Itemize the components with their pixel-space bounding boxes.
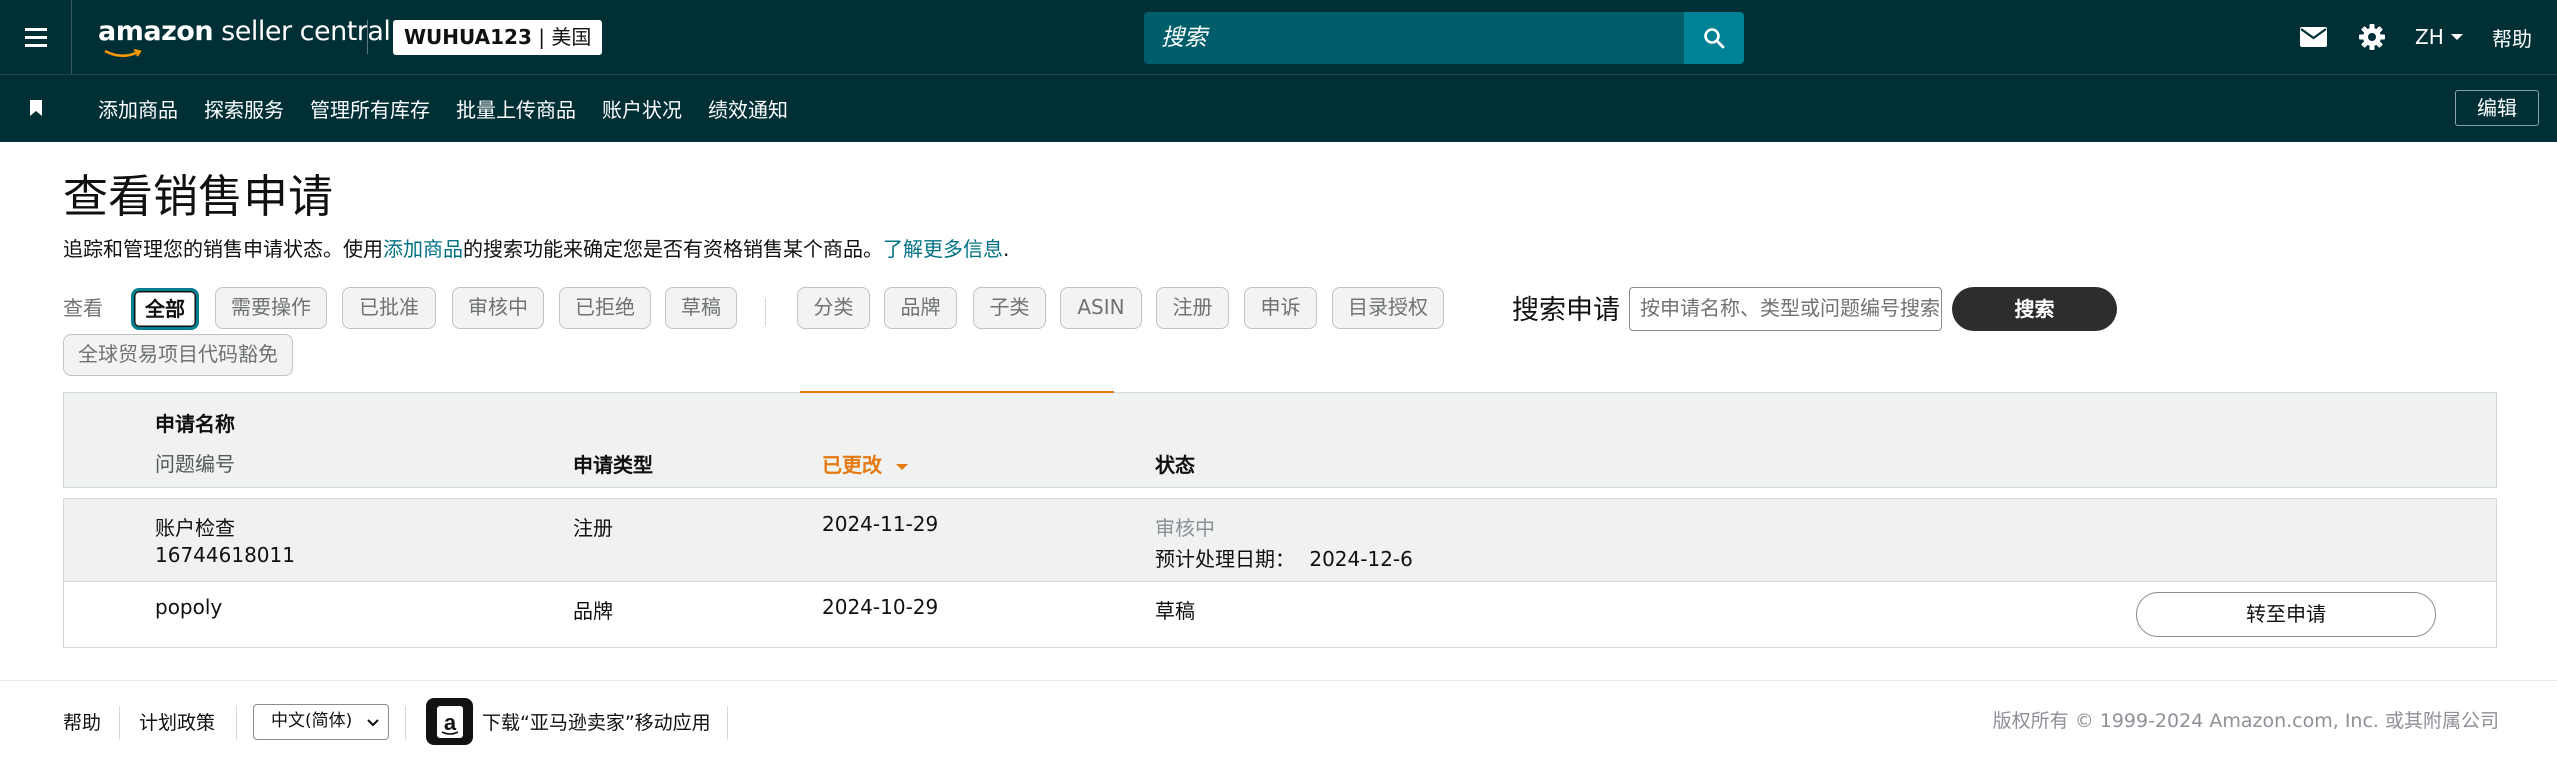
nav-bulk-upload[interactable]: 批量上传商品 [456,94,576,123]
status-text: 审核中 [1155,516,1215,540]
filter-separator [765,298,766,326]
estimated-processing-date: 预计处理日期： 2024-12-6 [1155,547,1413,571]
caret-down-icon [895,463,908,470]
search-icon [1704,28,1725,49]
sort-indicator-underline [800,391,1114,393]
logo-divider [367,20,368,54]
footer-divider [0,680,2557,681]
search-requests-input[interactable]: 按申请名称、类型或问题编号搜索 [1629,287,1942,331]
filter-chip-catalog-authorization[interactable]: 目录授权 [1332,287,1444,329]
hamburger-menu-button[interactable] [0,0,72,74]
top-header: amazon seller central WUHUA123 | 美国 搜索 Z… [0,0,2557,74]
caret-down-icon [2450,34,2463,40]
request-type: 品牌 [573,599,613,623]
filter-chip-gtin-exemption[interactable]: 全球贸易项目代码豁免 [63,334,293,376]
nav-explore-services[interactable]: 探索服务 [204,94,284,123]
add-product-link[interactable]: 添加商品 [383,237,463,261]
edit-shortcuts-button[interactable]: 编辑 [2455,90,2539,126]
nav-manage-inventory[interactable]: 管理所有库存 [310,94,430,123]
filter-chip-all[interactable]: 全部 [131,288,199,330]
store-switcher[interactable]: WUHUA123 | 美国 [393,20,603,55]
go-to-request-button[interactable]: 转至申请 [2136,592,2436,637]
request-name: 账户检查 [155,516,235,540]
help-link[interactable]: 帮助 [2492,0,2532,74]
filter-chip-appeal[interactable]: 申诉 [1244,287,1317,329]
filter-chip-rejected[interactable]: 已拒绝 [559,287,651,329]
requests-table-header [63,392,2497,488]
amazon-app-icon[interactable]: a [426,698,473,745]
language-label: ZH [2415,25,2444,49]
request-type: 注册 [573,516,613,540]
footer-language-select[interactable]: 中文(简体) [253,704,389,740]
filter-chip-category[interactable]: 分类 [797,287,870,329]
svg-text:a: a [443,710,456,735]
issue-number-link[interactable]: 16744618011 [155,543,295,567]
nav-account-health[interactable]: 账户状况 [602,94,682,123]
request-name: popoly [155,595,223,619]
column-issue-number: 问题编号 [155,452,235,476]
amazon-seller-central-logo[interactable]: amazon seller central [98,16,391,57]
footer-separator [119,706,120,740]
global-search-button[interactable] [1684,12,1744,64]
copyright-text: 版权所有 © 1999-2024 Amazon.com, Inc. 或其附属公司 [1992,710,2499,732]
global-search-input[interactable]: 搜索 [1144,12,1684,64]
filter-chip-action-required[interactable]: 需要操作 [215,287,327,329]
filter-chip-under-review[interactable]: 审核中 [452,287,544,329]
search-requests-label: 搜索申请 [1512,295,1620,326]
search-requests-button[interactable]: 搜索 [1952,287,2117,331]
footer-help-link[interactable]: 帮助 [63,708,101,735]
language-switcher[interactable]: ZH [2415,0,2464,74]
filter-chip-draft[interactable]: 草稿 [665,287,737,329]
settings-button[interactable] [2358,0,2386,74]
filter-chip-approved[interactable]: 已批准 [342,287,436,329]
page-title: 查看销售申请 [63,170,334,223]
filter-chip-brand[interactable]: 品牌 [884,287,957,329]
nav-links: 添加商品 探索服务 管理所有库存 批量上传商品 账户状况 绩效通知 [98,75,814,141]
footer-separator [236,706,237,740]
shortcut-nav-bar: 添加商品 探索服务 管理所有库存 批量上传商品 账户状况 绩效通知 编辑 [0,74,2557,142]
messages-button[interactable] [2300,0,2327,74]
filter-chip-asin[interactable]: ASIN [1060,287,1142,329]
table-row [63,582,2497,648]
filter-chip-registration[interactable]: 注册 [1156,287,1229,329]
bookmark-icon[interactable] [30,100,42,116]
footer-separator [727,706,728,740]
amazon-smile-icon [104,49,142,57]
global-search: 搜索 [1144,12,1744,64]
changed-date: 2024-11-29 [822,512,939,536]
nav-add-product[interactable]: 添加商品 [98,94,178,123]
changed-date: 2024-10-29 [822,595,939,619]
view-filter-label: 查看 [63,296,103,320]
column-changed-sort[interactable]: 已更改 [822,449,909,478]
learn-more-link[interactable]: 了解更多信息 [883,237,1003,261]
download-app-link[interactable]: 下载“亚马逊卖家”移动应用 [482,708,711,735]
footer-program-policies-link[interactable]: 计划政策 [139,708,215,735]
footer-separator [405,706,406,740]
gear-icon [2359,24,2385,50]
nav-performance-notifications[interactable]: 绩效通知 [708,94,788,123]
column-request-type: 申请类型 [573,453,653,477]
envelope-icon [2300,27,2327,47]
column-request-name: 申请名称 [155,412,235,436]
status-text: 草稿 [1155,599,1195,623]
page-description: 追踪和管理您的销售申请状态。使用添加商品的搜索功能来确定您是否有资格销售某个商品… [63,237,1010,261]
filter-chip-subcategory[interactable]: 子类 [973,287,1046,329]
column-status: 状态 [1155,453,1195,477]
chevron-down-icon [367,719,379,727]
